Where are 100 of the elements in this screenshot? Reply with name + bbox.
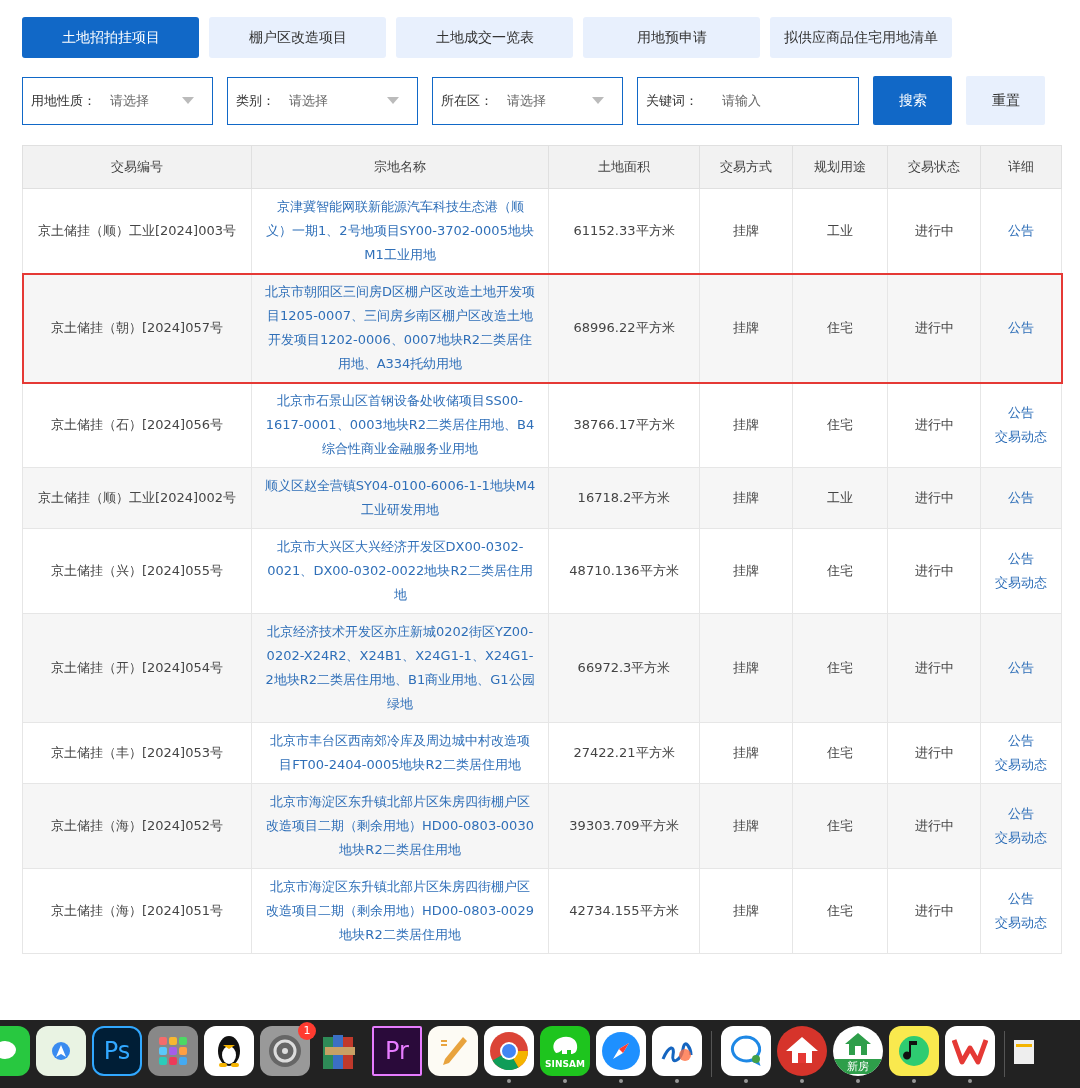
table-cell: 住宅 xyxy=(827,563,853,578)
reset-button[interactable]: 重置 xyxy=(966,76,1045,125)
app-icon[interactable]: Pr xyxy=(372,1025,422,1076)
detail-link[interactable]: 公告 xyxy=(1008,486,1034,510)
table-cell: 工业 xyxy=(827,490,853,505)
table-cell: 住宅 xyxy=(827,745,853,760)
caret-icon xyxy=(592,97,604,104)
running-indicator xyxy=(744,1078,748,1083)
running-indicator xyxy=(856,1078,860,1083)
tab[interactable]: 棚户区改造项目 xyxy=(209,17,386,58)
detail-link[interactable]: 交易动态 xyxy=(995,753,1047,777)
table-cell: 住宅 xyxy=(827,903,853,918)
table-cell: 进行中 xyxy=(914,903,954,918)
detail-link[interactable]: 公告 xyxy=(1008,401,1034,425)
detail-link[interactable]: 交易动态 xyxy=(995,911,1047,935)
app-icon[interactable] xyxy=(777,1025,827,1076)
column-header: 详细 xyxy=(980,145,1062,189)
app-icon[interactable] xyxy=(889,1025,939,1076)
table-cell: 京土储挂（开）[2024]054号 xyxy=(50,660,223,675)
running-indicator xyxy=(563,1078,567,1083)
running-indicator xyxy=(619,1078,623,1083)
table-cell: 京土储挂（石）[2024]056号 xyxy=(50,417,223,432)
select-field[interactable]: 类别： 请选择 xyxy=(227,76,418,125)
keyword-field[interactable]: 关键词： 请输入 xyxy=(637,76,859,125)
table-cell: 48710.136平方米 xyxy=(569,563,679,578)
detail-link[interactable]: 交易动态 xyxy=(995,571,1047,595)
table-cell: 挂牌 xyxy=(733,563,759,578)
table-cell: 挂牌 xyxy=(733,818,759,833)
table-cell: 京土储挂（顺）工业[2024]003号 xyxy=(37,223,236,238)
detail-link[interactable]: 公告 xyxy=(1008,729,1034,753)
app-icon[interactable] xyxy=(652,1025,702,1076)
table-cell: 挂牌 xyxy=(733,223,759,238)
table-cell: 39303.709平方米 xyxy=(569,818,679,833)
table-cell: 进行中 xyxy=(914,563,954,578)
detail-link[interactable]: 公告 xyxy=(1008,316,1034,340)
table-cell: 挂牌 xyxy=(733,320,759,335)
table-cell: 挂牌 xyxy=(733,745,759,760)
table-cell: 进行中 xyxy=(914,490,954,505)
app-icon[interactable] xyxy=(36,1025,86,1076)
table-cell: 42734.155平方米 xyxy=(569,903,679,918)
detail-link[interactable]: 公告 xyxy=(1008,802,1034,826)
running-indicator xyxy=(912,1078,916,1083)
app-label: SINSAM xyxy=(545,1058,585,1069)
table-cell: 京土储挂（丰）[2024]053号 xyxy=(50,745,223,760)
tab[interactable]: 拟供应商品住宅用地清单 xyxy=(770,17,952,58)
detail-link[interactable]: 交易动态 xyxy=(995,425,1047,449)
app-icon[interactable] xyxy=(148,1025,198,1076)
running-indicator xyxy=(507,1078,511,1083)
tab[interactable]: 用地预申请 xyxy=(583,17,760,58)
app-icon[interactable] xyxy=(721,1025,771,1076)
app-label: Pr xyxy=(385,1036,409,1065)
running-indicator xyxy=(968,1078,972,1083)
table-cell: 京土储挂（兴）[2024]055号 xyxy=(50,563,223,578)
keyword-input[interactable]: 请输入 xyxy=(720,92,834,109)
table-cell: 住宅 xyxy=(827,818,853,833)
tab[interactable]: 土地成交一览表 xyxy=(396,17,573,58)
column-header: 土地面积 xyxy=(548,145,700,189)
detail-link[interactable]: 公告 xyxy=(1008,219,1034,243)
table-cell: 京土储挂（海）[2024]052号 xyxy=(50,818,223,833)
column-header: 规划用途 xyxy=(792,145,888,189)
table-cell: 住宅 xyxy=(827,320,853,335)
detail-link[interactable]: 公告 xyxy=(1008,547,1034,571)
table-cell: 住宅 xyxy=(827,660,853,675)
detail-link[interactable]: 公告 xyxy=(1008,887,1034,911)
caret-icon xyxy=(182,97,194,104)
running-indicator xyxy=(800,1078,804,1083)
detail-link[interactable]: 公告 xyxy=(1008,656,1034,680)
column-header: 交易方式 xyxy=(699,145,793,189)
table-cell: 京土储挂（海）[2024]051号 xyxy=(50,903,223,918)
search-button[interactable]: 搜索 xyxy=(873,76,952,125)
app-label: 新房 xyxy=(833,1058,883,1074)
table-cell: 27422.21平方米 xyxy=(573,745,675,760)
table-cell: 16718.2平方米 xyxy=(577,490,671,505)
caret-icon xyxy=(387,97,399,104)
column-header: 宗地名称 xyxy=(251,145,549,189)
app-icon[interactable] xyxy=(945,1025,995,1076)
column-header: 交易状态 xyxy=(887,145,981,189)
detail-link[interactable]: 交易动态 xyxy=(995,826,1047,850)
table-cell: 挂牌 xyxy=(733,490,759,505)
column-header: 交易编号 xyxy=(22,145,252,189)
app-icon[interactable]: Ps xyxy=(92,1025,142,1076)
table-cell: 进行中 xyxy=(914,320,954,335)
app-icon[interactable]: 新房 xyxy=(833,1025,883,1076)
table-cell: 工业 xyxy=(827,223,853,238)
table-cell: 京土储挂（顺）工业[2024]002号 xyxy=(37,490,236,505)
app-icon[interactable] xyxy=(428,1025,478,1076)
table-cell: 进行中 xyxy=(914,660,954,675)
table-cell: 进行中 xyxy=(914,745,954,760)
table-cell: 京土储挂（朝）[2024]057号 xyxy=(50,320,223,335)
tab[interactable]: 土地招拍挂项目 xyxy=(22,17,199,58)
app-icon[interactable] xyxy=(260,1025,310,1076)
running-indicator xyxy=(675,1078,679,1083)
notification-badge: 1 xyxy=(298,1021,316,1040)
select-field[interactable]: 所在区： 请选择 xyxy=(432,76,623,125)
app-icon[interactable] xyxy=(484,1025,534,1076)
app-label: Ps xyxy=(103,1036,131,1065)
table-cell: 挂牌 xyxy=(733,660,759,675)
select-field[interactable]: 用地性质： 请选择 xyxy=(22,76,213,125)
app-icon[interactable] xyxy=(204,1025,254,1076)
app-icon[interactable] xyxy=(596,1025,646,1076)
